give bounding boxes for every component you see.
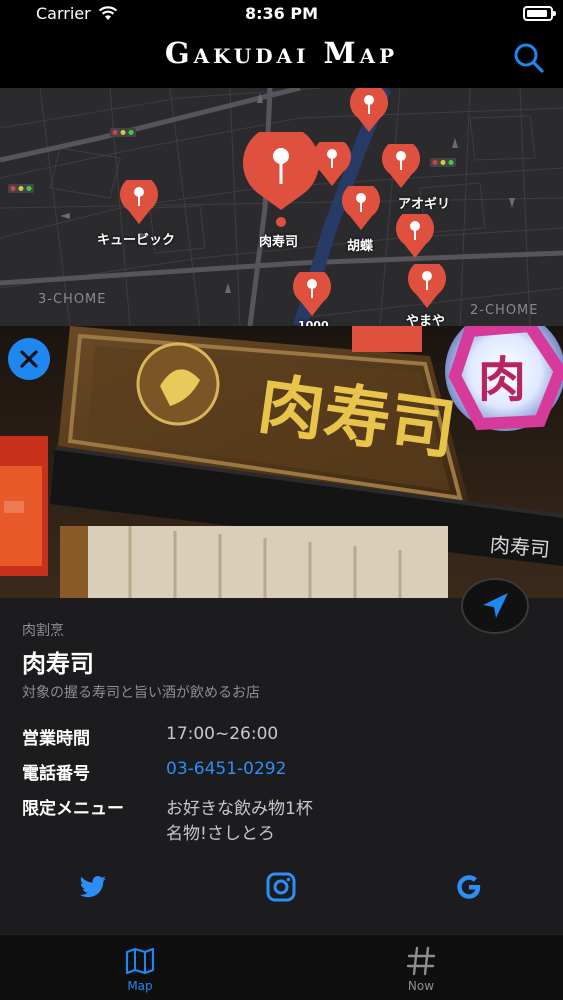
- status-time: 8:36 PM: [244, 4, 318, 23]
- menu-label: 限定メニュー: [22, 799, 124, 819]
- map-pin[interactable]: [396, 214, 434, 258]
- neon-sign-text: 肉: [478, 352, 526, 408]
- map-pin-label: アオギリ: [398, 197, 451, 212]
- map-pin[interactable]: [382, 144, 420, 188]
- shop-description: 対象の握る寿司と旨い酒が飲めるお店: [22, 685, 260, 701]
- map-pin-label: キュービック: [97, 233, 176, 248]
- menu-item: お好きな飲み物1杯: [166, 799, 313, 819]
- shop-photo-image: 肉寿司 肉 肉寿司: [0, 326, 563, 598]
- status-bar: Carrier 8:36 PM: [0, 0, 563, 30]
- map-pin[interactable]: [293, 272, 331, 316]
- shop-info-panel: 肉割烹 肉寿司 対象の握る寿司と旨い酒が飲めるお店 営業時間 17:00~26:…: [0, 598, 563, 934]
- shop-name: 肉寿司: [22, 650, 94, 678]
- hours-label: 営業時間: [22, 729, 90, 749]
- battery-icon: [523, 6, 556, 21]
- map-pin-label: 1000: [298, 319, 329, 326]
- phone-link[interactable]: 03-6451-0292: [166, 759, 286, 779]
- navigation-bar: Gakudai Map: [0, 30, 563, 88]
- map-pin-selected[interactable]: [243, 132, 319, 228]
- phone-label: 電話番号: [22, 764, 90, 784]
- tab-now[interactable]: Now: [371, 941, 471, 997]
- map-icon: [125, 947, 155, 975]
- tab-bar: Map Now: [0, 934, 563, 1000]
- page-title: Gakudai Map: [164, 36, 399, 70]
- shop-photo: 肉寿司 肉 肉寿司: [0, 326, 563, 598]
- instagram-icon[interactable]: [264, 870, 298, 904]
- hash-icon: [406, 946, 436, 976]
- area-label: 3-CHOME: [38, 292, 107, 307]
- tab-map[interactable]: Map: [90, 941, 190, 997]
- tab-now-label: Now: [407, 979, 435, 993]
- map-pin-label: 胡蝶: [347, 239, 374, 254]
- shop-category: 肉割烹: [22, 623, 64, 639]
- map-pin[interactable]: [408, 264, 446, 308]
- tab-map-label: Map: [127, 979, 153, 993]
- hours-value: 17:00~26:00: [166, 724, 279, 744]
- google-icon[interactable]: [452, 870, 486, 904]
- twitter-icon[interactable]: [76, 870, 110, 904]
- map-view[interactable]: キュービック 肉寿司 胡蝶 アオギリ やまや 1000 3-CHOME 2-CH…: [0, 88, 563, 326]
- close-icon[interactable]: [8, 338, 50, 380]
- map-pin-label: やまや: [406, 314, 446, 326]
- map-pin[interactable]: [342, 186, 380, 230]
- menu-item: 名物!さしとろ: [166, 824, 275, 844]
- area-label: 2-CHOME: [470, 303, 539, 318]
- search-icon[interactable]: [509, 38, 549, 78]
- location-arrow-icon[interactable]: [461, 578, 529, 634]
- map-pin[interactable]: [313, 142, 351, 186]
- map-pin-label: 肉寿司: [259, 235, 299, 250]
- map-pin[interactable]: [120, 180, 158, 224]
- map-pin[interactable]: [350, 88, 388, 132]
